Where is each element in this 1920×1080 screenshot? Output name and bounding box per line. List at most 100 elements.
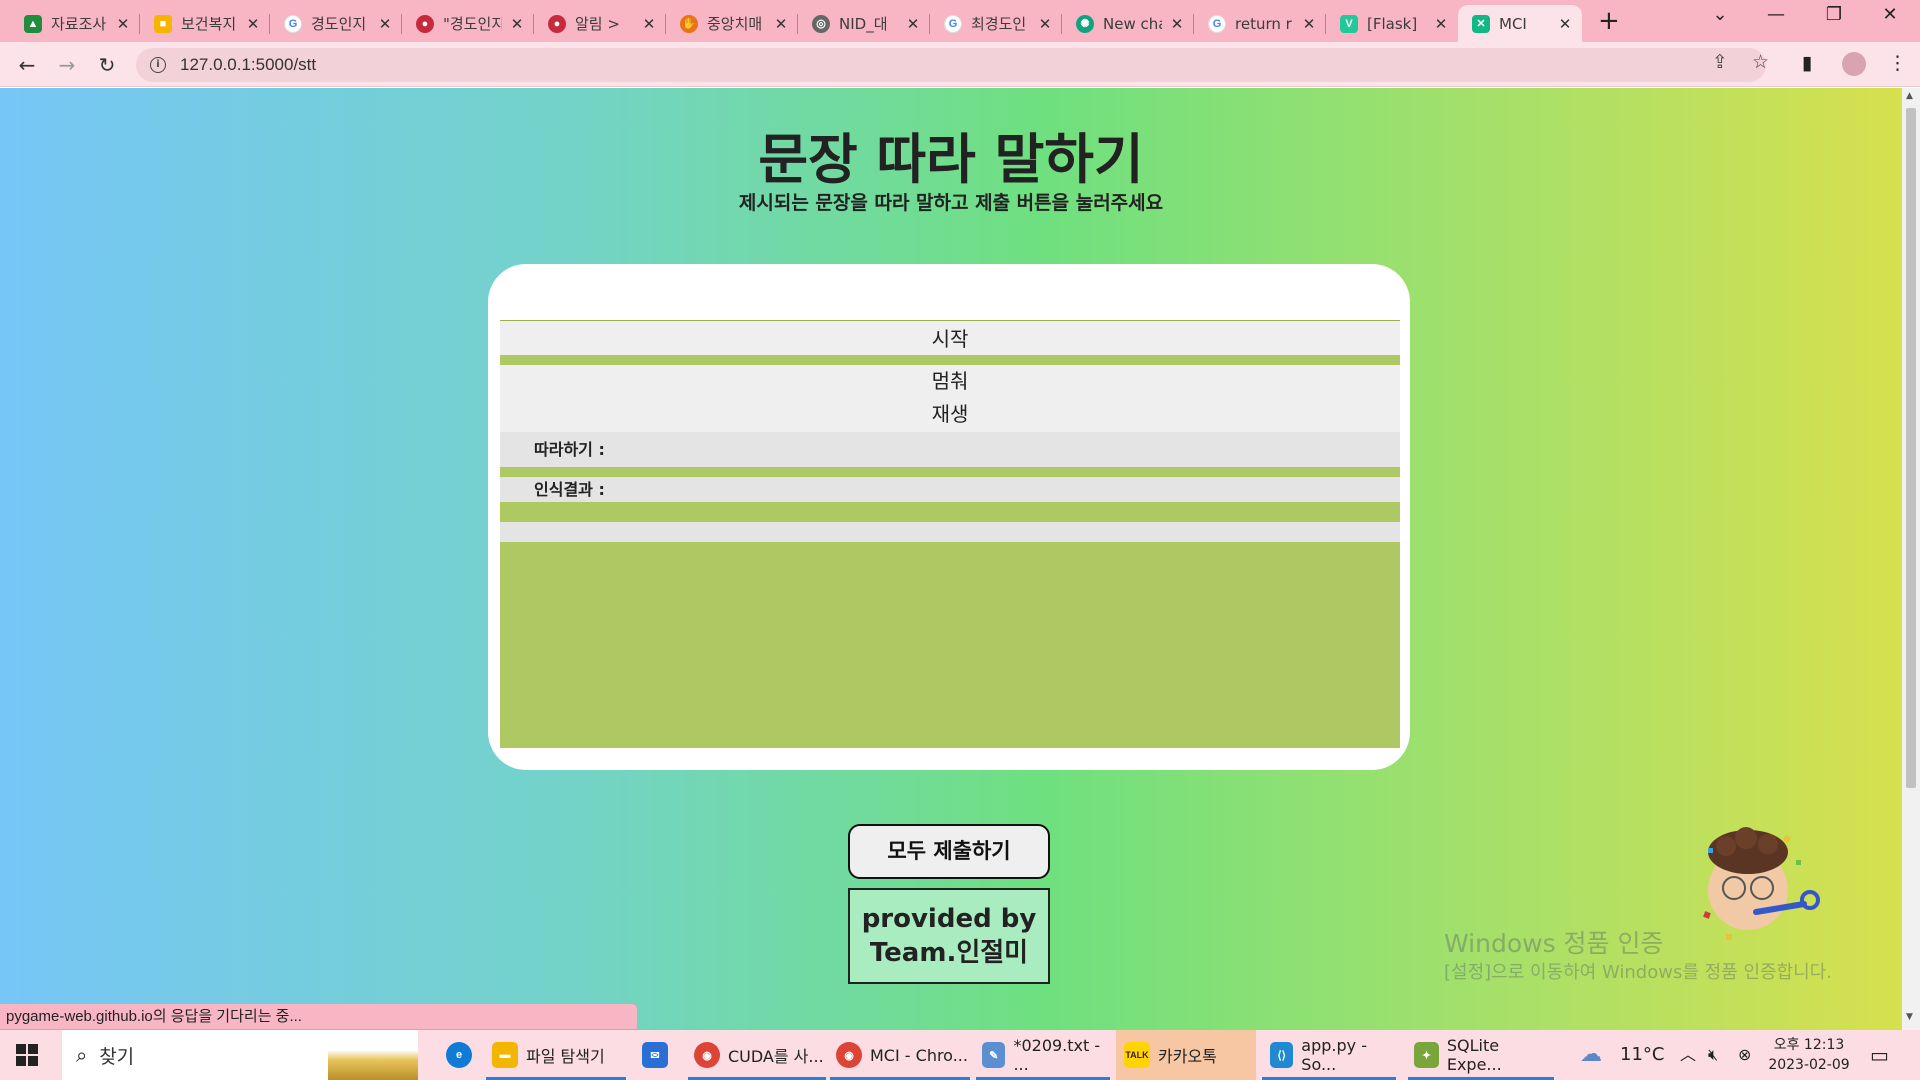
taskbar-app-label: *0209.txt - ... xyxy=(1013,1036,1101,1074)
page-scrollbar[interactable]: ▲ ▼ xyxy=(1902,88,1920,1030)
close-icon[interactable]: ✕ xyxy=(1432,15,1450,33)
close-icon[interactable]: ✕ xyxy=(114,15,132,33)
result-output-field xyxy=(500,522,1400,542)
close-icon[interactable]: ✕ xyxy=(1300,15,1318,33)
chrome-icon: ◉ xyxy=(694,1042,720,1068)
follow-sentence-label: 따라하기 : xyxy=(500,432,1400,467)
taskbar-app-label: 카카오톡 xyxy=(1158,1047,1217,1066)
tab-title: NID_대 xyxy=(839,15,888,33)
tab-8[interactable]: ✺ New chat ✕ xyxy=(1062,5,1194,42)
tab-title: 최경도인 xyxy=(971,15,1027,33)
taskbar-chrome-cuda[interactable]: ◉ CUDA를 사... xyxy=(688,1030,826,1080)
forward-button[interactable]: → xyxy=(52,50,82,80)
start-button[interactable]: 시작 xyxy=(500,320,1400,355)
search-placeholder: 찾기 xyxy=(99,1045,135,1068)
taskbar-kakaotalk[interactable]: TALK 카카오톡 xyxy=(1116,1030,1256,1080)
close-window-button[interactable]: ✕ xyxy=(1870,4,1910,25)
bookmark-star-icon[interactable]: ☆ xyxy=(1752,51,1769,73)
close-icon[interactable]: ✕ xyxy=(376,15,394,33)
tab-search-icon[interactable]: ⌄ xyxy=(1700,4,1740,25)
windows-activation-title: Windows 정품 인증 xyxy=(1444,929,1664,958)
reload-button[interactable]: ↻ xyxy=(92,50,122,80)
tab-1[interactable]: ■ 보건복지 ✕ xyxy=(140,5,270,42)
play-button[interactable]: 재생 xyxy=(500,397,1400,432)
notification-icon[interactable]: ▭ xyxy=(1870,1030,1889,1080)
tab-7[interactable]: G 최경도인 ✕ xyxy=(930,5,1062,42)
system-clock[interactable]: 오후 12:13 2023-02-09 xyxy=(1766,1035,1852,1075)
gov-emblem-icon: ● xyxy=(548,14,566,33)
taskbar-app-label: MCI - Chro... xyxy=(870,1045,968,1065)
scrollbar-thumb[interactable] xyxy=(1906,108,1916,788)
side-panel-icon[interactable]: ▮ xyxy=(1802,52,1812,74)
tab-10[interactable]: V [Flask] ✕ xyxy=(1326,5,1458,42)
profile-avatar[interactable] xyxy=(1842,52,1866,76)
close-icon[interactable]: ✕ xyxy=(1036,15,1054,33)
close-icon[interactable]: ✕ xyxy=(508,15,526,33)
tab-3[interactable]: ● "경도인지 ✕ xyxy=(402,5,534,42)
tab-title: return r xyxy=(1235,14,1292,33)
address-bar[interactable]: i 127.0.0.1:5000/stt xyxy=(136,48,1766,82)
share-icon[interactable]: ⇪ xyxy=(1712,51,1728,73)
tab-title: [Flask] xyxy=(1367,14,1418,33)
close-icon[interactable]: ✕ xyxy=(244,15,262,33)
close-icon[interactable]: ✕ xyxy=(640,15,658,33)
minimize-button[interactable]: — xyxy=(1756,4,1796,25)
tab-6[interactable]: ◎ NID_대 ✕ xyxy=(798,5,930,42)
taskbar-app-label: app.py - So... xyxy=(1301,1036,1367,1074)
taskbar-notepad[interactable]: ✎ *0209.txt - ... xyxy=(976,1030,1110,1080)
windows-taskbar: ⌕ 찾기 e ▬ 파일 탐색기 ✉ ◉ CUDA를 사... ◉ MCI - C… xyxy=(0,1030,1920,1080)
scroll-up-arrow-icon[interactable]: ▲ xyxy=(1906,91,1913,101)
stt-card: 시작 멈춰 재생 따라하기 : 인식결과 : xyxy=(488,264,1410,770)
app-icon: ✕ xyxy=(1472,14,1490,33)
taskbar-vscode[interactable]: ⟨⟩ app.py - So... xyxy=(1262,1030,1396,1080)
globe-icon: ◎ xyxy=(812,14,830,33)
taskbar-app-label: CUDA를 사... xyxy=(728,1047,824,1066)
tab-title: 중앙치매 xyxy=(707,15,763,33)
vscode-icon: ⟨⟩ xyxy=(1270,1042,1294,1068)
speaker-muted-icon[interactable]: 🔇︎ xyxy=(1708,1030,1718,1080)
taskbar-sqlite[interactable]: ✦ SQLite Expe... xyxy=(1408,1030,1554,1080)
new-tab-button[interactable]: + xyxy=(1598,6,1620,36)
tab-title: MCI xyxy=(1499,14,1527,33)
page-title: 문장 따라 말하기 xyxy=(758,128,1144,191)
google-icon: G xyxy=(944,14,962,33)
menu-kebab-icon[interactable]: ⋮ xyxy=(1888,52,1907,74)
clock-time: 오후 12:13 xyxy=(1773,1037,1845,1053)
site-info-icon[interactable]: i xyxy=(150,57,166,73)
network-icon[interactable]: ⊗ xyxy=(1738,1030,1751,1080)
close-icon[interactable]: ✕ xyxy=(772,15,790,33)
folder-icon: ▬ xyxy=(492,1042,518,1068)
recognition-result-label: 인식결과 : xyxy=(500,477,1400,502)
tab-title: 경도인지 xyxy=(311,15,367,33)
stop-button[interactable]: 멈춰 xyxy=(500,365,1400,397)
openai-icon: ✺ xyxy=(1076,14,1094,33)
close-icon[interactable]: ✕ xyxy=(1556,15,1574,33)
tab-4[interactable]: ● 알림 > ✕ xyxy=(534,5,666,42)
scroll-down-arrow-icon[interactable]: ▼ xyxy=(1906,1012,1913,1022)
submit-all-button[interactable]: 모두 제출하기 xyxy=(848,824,1050,879)
back-button[interactable]: ← xyxy=(12,50,42,80)
close-icon[interactable]: ✕ xyxy=(1168,15,1186,33)
tray-overflow-chevron-icon[interactable]: ︿ xyxy=(1680,1030,1696,1080)
tab-0[interactable]: ▲ 자료조사 ✕ xyxy=(10,5,140,42)
tab-11-active[interactable]: ✕ MCI ✕ xyxy=(1458,5,1582,42)
taskbar-app-label: SQLite Expe... xyxy=(1446,1036,1502,1074)
weather-cloud-icon[interactable]: ☁ xyxy=(1580,1030,1602,1080)
close-icon[interactable]: ✕ xyxy=(904,15,922,33)
taskbar-edge[interactable]: e xyxy=(436,1030,482,1080)
tab-5[interactable]: ✋ 중앙치매 ✕ xyxy=(666,5,798,42)
windows-activation-subtitle: [설정]으로 이동하여 Windows를 정품 인증합니다. xyxy=(1444,962,1832,983)
credit-line-2: Team.인절미 xyxy=(869,938,1029,968)
taskbar-search[interactable]: ⌕ 찾기 xyxy=(62,1030,418,1080)
taskbar-chrome-mci[interactable]: ◉ MCI - Chro... xyxy=(830,1030,970,1080)
windows-start-icon[interactable] xyxy=(16,1044,38,1066)
taskbar-mail[interactable]: ✉ xyxy=(632,1030,678,1080)
tab-title: New chat xyxy=(1103,14,1162,33)
taskbar-file-explorer[interactable]: ▬ 파일 탐색기 xyxy=(486,1030,626,1080)
weather-temperature[interactable]: 11°C xyxy=(1620,1030,1664,1080)
tab-2[interactable]: G 경도인지 ✕ xyxy=(270,5,402,42)
stt-panel: 시작 멈춰 재생 따라하기 : 인식결과 : xyxy=(500,320,1400,748)
restore-button[interactable]: ❐ xyxy=(1814,4,1854,25)
tab-9[interactable]: G return r ✕ xyxy=(1194,5,1326,42)
chrome-icon: ◉ xyxy=(836,1042,862,1068)
